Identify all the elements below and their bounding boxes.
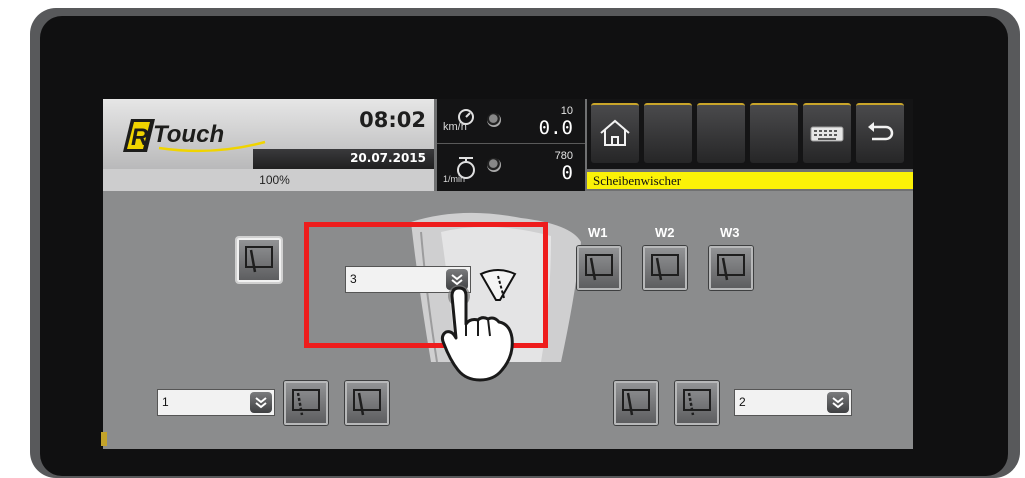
keyboard-icon — [810, 126, 844, 142]
wiper-icon — [353, 389, 381, 416]
wiper-icon — [622, 389, 650, 416]
toolbar-slot-3[interactable] — [697, 103, 745, 163]
gauge-panel: km/h 10 0.0 1/min 780 0 — [437, 99, 585, 191]
wiper-w3-button[interactable] — [709, 246, 753, 290]
rpm-gauge: 1/min 780 0 — [437, 144, 585, 188]
wiper-interval-icon — [292, 389, 320, 416]
right-wiper-interval-button[interactable] — [675, 381, 719, 425]
back-button[interactable] — [856, 103, 904, 163]
home-button[interactable] — [591, 103, 639, 163]
chevron-down-icon — [832, 397, 844, 409]
svg-text:Touch: Touch — [153, 121, 224, 148]
r-touch-logo: R Touch — [123, 119, 266, 153]
svg-text:R: R — [131, 124, 149, 151]
dropdown-toggle[interactable] — [250, 392, 272, 413]
speed-gauge: km/h 10 0.0 — [437, 99, 585, 144]
wiper-icon — [585, 254, 613, 281]
rpm-unit: 1/min — [443, 174, 466, 184]
clock-time: 08:02 — [359, 108, 426, 132]
wiper-w1-button[interactable] — [577, 246, 621, 290]
dropdown-toggle[interactable] — [827, 392, 849, 413]
top-toolbar — [587, 99, 913, 169]
rpm-value: 0 — [561, 162, 573, 184]
percent-label: 100% — [259, 173, 290, 187]
chevron-down-icon — [255, 397, 267, 409]
breadcrumb: Scheibenwischer — [587, 172, 913, 189]
breadcrumb-label: Scheibenwischer — [593, 173, 682, 188]
left-wiper-select-value: 1 — [162, 395, 169, 409]
rpm-small-value: 780 — [554, 150, 573, 162]
date-strip: 20.07.2015 — [253, 149, 434, 169]
left-wiper-select[interactable]: 1 — [157, 389, 275, 416]
left-wiper-button[interactable] — [345, 381, 389, 425]
pointing-hand-icon — [440, 285, 514, 382]
right-wiper-button[interactable] — [614, 381, 658, 425]
back-icon — [868, 122, 894, 141]
wiper-icon — [245, 246, 273, 273]
wiper-label-w3: W3 — [720, 225, 740, 240]
right-wiper-select-value: 2 — [739, 395, 746, 409]
wiper-icon — [717, 254, 745, 281]
percent-bar: 100% — [103, 169, 434, 191]
wiper-w2-button[interactable] — [643, 246, 687, 290]
toolbar-slot-4[interactable] — [750, 103, 798, 163]
keyboard-button[interactable] — [803, 103, 851, 163]
wiper-icon — [651, 254, 679, 281]
wiper-main-toggle[interactable] — [237, 238, 281, 282]
side-marker — [101, 432, 107, 446]
toolbar-slot-2[interactable] — [644, 103, 692, 163]
rpm-indicator-lamp — [487, 158, 501, 172]
wiper-label-w1: W1 — [588, 225, 608, 240]
right-wiper-select[interactable]: 2 — [734, 389, 852, 416]
speed-value: 0.0 — [538, 117, 573, 139]
left-wiper-interval-button[interactable] — [284, 381, 328, 425]
date-label: 20.07.2015 — [350, 151, 426, 165]
home-icon — [600, 119, 630, 146]
wiper-interval-icon — [683, 389, 711, 416]
wiper-label-w2: W2 — [655, 225, 675, 240]
brand-panel: R Touch 08:02 20.07.2015 — [103, 99, 434, 169]
speed-small-value: 10 — [560, 105, 573, 117]
speed-unit: km/h — [443, 121, 467, 133]
speed-indicator-lamp — [487, 113, 501, 127]
